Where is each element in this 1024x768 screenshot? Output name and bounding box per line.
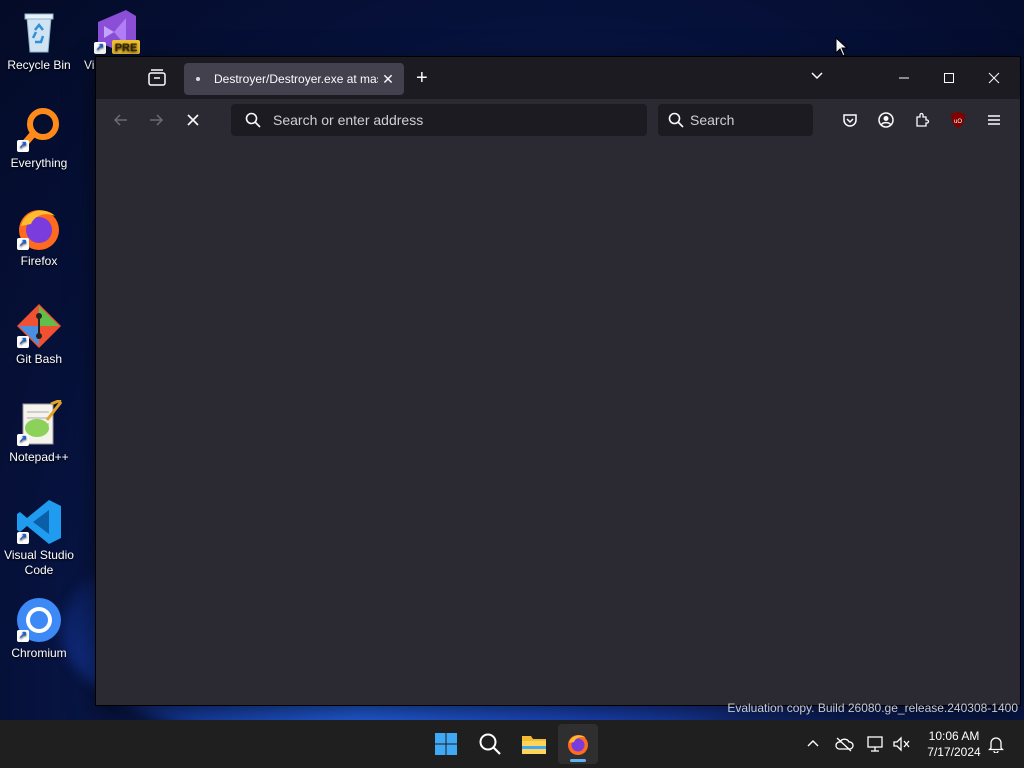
new-tab-button[interactable]: + [416, 67, 428, 89]
firefox-icon: ↗ [15, 204, 63, 252]
shortcut-arrow-icon: ↗ [17, 434, 29, 446]
svg-text:uO: uO [954, 119, 962, 125]
list-all-tabs-button[interactable] [810, 69, 824, 88]
visual-studio-preview-icon: PRE ↗ [92, 8, 140, 56]
desktop-icon-firefox[interactable]: ↗ Firefox [0, 204, 78, 269]
speaker-muted-icon [893, 736, 910, 752]
firefox-icon [568, 735, 588, 755]
close-window-button[interactable] [972, 65, 1016, 91]
volume-button[interactable] [892, 734, 912, 754]
pocket-icon [843, 114, 857, 127]
chevron-up-icon [807, 740, 819, 747]
desktop-icon-chromium[interactable]: ↗ Chromium [0, 596, 78, 661]
desktop-icon-label: Chromium [11, 646, 67, 660]
arrow-left-icon [113, 114, 127, 126]
desktop-icon-label: Notepad++ [9, 450, 69, 464]
vscode-icon: ↗ [15, 498, 63, 546]
desktop-icon-notepad-plus-plus[interactable]: ↗ Notepad++ [0, 398, 78, 465]
search-bar-placeholder: Search [690, 112, 735, 128]
back-button[interactable] [107, 108, 135, 132]
shortcut-arrow-icon: ↗ [17, 140, 29, 152]
page-content-area[interactable] [96, 141, 1020, 705]
everything-search-icon: ↗ [15, 106, 63, 154]
clock-time: 10:06 AM [928, 729, 980, 743]
maximize-button[interactable] [927, 65, 971, 91]
clock-date: 7/17/2024 [927, 745, 981, 759]
ublock-origin-button[interactable]: uO [946, 108, 970, 132]
recycle-bin-icon [15, 8, 63, 56]
desktop-icon-everything[interactable]: ↗ Everything [0, 106, 78, 171]
loading-indicator-icon [196, 77, 200, 81]
desktop-icon-recycle-bin[interactable]: Recycle Bin [0, 8, 78, 73]
account-button[interactable] [874, 108, 898, 132]
puzzle-piece-icon [916, 112, 930, 127]
chevron-down-icon [811, 72, 823, 80]
taskbar-firefox-button[interactable] [558, 724, 598, 764]
search-icon [479, 733, 501, 755]
maximize-icon [944, 73, 954, 83]
tab-active[interactable]: Destroyer/Destroyer.exe at master ✕ [184, 63, 404, 95]
stop-icon [187, 114, 199, 126]
system-clock[interactable]: 10:06 AM 7/17/2024 [918, 728, 990, 760]
desktop-icon-git-bash[interactable]: ↗ Git Bash [0, 302, 78, 367]
minimize-button[interactable] [882, 65, 926, 91]
taskbar: 10:06 AM 7/17/2024 [0, 720, 1024, 768]
tab-title: Destroyer/Destroyer.exe at master [214, 72, 378, 86]
stop-button[interactable] [179, 108, 207, 132]
url-bar-placeholder: Search or enter address [273, 112, 424, 128]
chromium-icon: ↗ [15, 596, 63, 644]
start-icon [435, 733, 457, 755]
ublock-shield-icon: uO [951, 112, 965, 128]
hamburger-menu-icon [988, 115, 1000, 125]
file-explorer-icon [522, 736, 546, 754]
desktop-icon-label: Visual Studio Code [4, 548, 74, 577]
forward-button[interactable] [142, 108, 170, 132]
desktop-icon-label: Recycle Bin [7, 58, 71, 72]
desktop-icon-label: Git Bash [15, 352, 63, 366]
network-icon [867, 736, 883, 752]
search-bar[interactable]: Search [658, 104, 813, 136]
taskbar-search-button[interactable] [470, 724, 510, 764]
notepad-plus-plus-icon: ↗ [15, 398, 63, 448]
minimize-icon [899, 77, 909, 79]
shortcut-arrow-icon: ↗ [17, 336, 29, 348]
windows-evaluation-watermark: Evaluation copy. Build 26080.ge_release.… [727, 701, 1018, 715]
show-hidden-icons-button[interactable] [803, 734, 823, 754]
desktop-icon-label: Firefox [20, 254, 58, 268]
account-icon [878, 112, 894, 128]
arrow-right-icon [150, 114, 164, 126]
network-status-button[interactable] [866, 734, 886, 754]
bell-icon [988, 737, 1004, 753]
file-explorer-button[interactable] [514, 724, 554, 764]
start-button[interactable] [426, 724, 466, 764]
firefox-view-icon [148, 69, 166, 86]
shortcut-arrow-icon: ↗ [17, 630, 29, 642]
url-bar[interactable]: Search or enter address [231, 104, 647, 136]
tab-close-button[interactable]: ✕ [378, 71, 398, 88]
onedrive-status-button[interactable] [834, 734, 854, 754]
desktop-icon-vscode[interactable]: ↗ Visual Studio Code [0, 498, 78, 578]
git-bash-icon: ↗ [15, 302, 63, 350]
desktop-icon-label: Everything [10, 156, 68, 170]
close-icon [988, 72, 1000, 84]
shortcut-arrow-icon: ↗ [94, 42, 106, 54]
pocket-button[interactable] [838, 108, 862, 132]
svg-text:PRE: PRE [115, 42, 138, 54]
search-icon [245, 112, 261, 128]
shortcut-arrow-icon: ↗ [17, 532, 29, 544]
app-menu-button[interactable] [982, 108, 1006, 132]
title-bar: Destroyer/Destroyer.exe at master ✕ + [96, 57, 1020, 99]
navigation-toolbar: Search or enter address Search uO [96, 99, 1020, 142]
firefox-window: Destroyer/Destroyer.exe at master ✕ + [96, 57, 1020, 705]
active-app-indicator [570, 759, 586, 762]
firefox-view-button[interactable] [146, 68, 168, 88]
cloud-offline-icon [835, 737, 854, 752]
notifications-button[interactable] [986, 734, 1006, 754]
shortcut-arrow-icon: ↗ [17, 238, 29, 250]
extensions-button[interactable] [910, 108, 934, 132]
search-icon [668, 112, 684, 128]
